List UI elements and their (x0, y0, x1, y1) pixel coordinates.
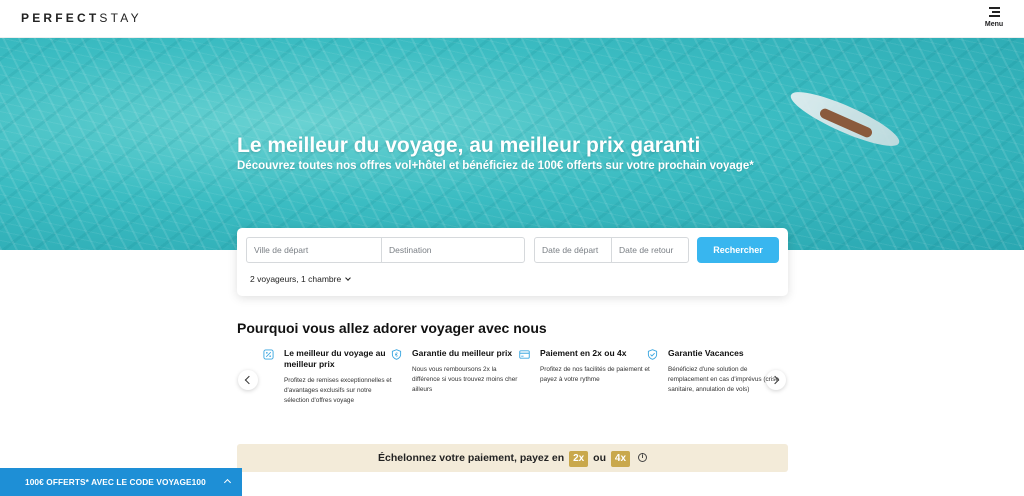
feature-card: Le meilleur du voyage au meilleur prix P… (263, 348, 396, 406)
promo-text: 100€ OFFERTS* AVEC LE CODE VOYAGE100 (25, 477, 206, 487)
chevron-down-icon (345, 275, 352, 281)
payment-option-4x-badge: 4x (610, 451, 631, 467)
destination-input[interactable]: Destination (381, 237, 525, 263)
euro-shield-icon: € (391, 349, 402, 360)
feature-card: Paiement en 2x ou 4x Profitez de nos fac… (519, 348, 652, 385)
hero-title: Le meilleur du voyage, au meilleur prix … (237, 134, 701, 157)
feature-description: Profitez de nos facilités de paiement et… (540, 366, 650, 383)
payment-connector: ou (593, 452, 606, 464)
why-section-title: Pourquoi vous allez adorer voyager avec … (237, 320, 547, 336)
info-icon[interactable]: i (637, 452, 647, 462)
feature-card: € Garantie du meilleur prix Nous vous re… (391, 348, 524, 395)
departure-city-input[interactable]: Ville de départ (246, 237, 382, 263)
installment-payment-banner: Échelonnez votre paiement, payez en 2x o… (237, 444, 788, 472)
travellers-label: 2 voyageurs, 1 chambre (250, 274, 342, 284)
chevron-up-icon[interactable] (223, 478, 232, 487)
feature-description: Bénéficiez d'une solution de remplacemen… (668, 366, 779, 393)
feature-title: Paiement en 2x ou 4x (540, 348, 627, 358)
discount-tag-icon (263, 349, 274, 360)
perfectstay-logo[interactable]: PERFECTSTAY (21, 11, 142, 25)
feature-description: Profitez de remises exceptionnelles et d… (284, 377, 392, 404)
return-date-input[interactable]: Date de retour (611, 237, 689, 263)
search-form: Ville de départ Destination Date de dépa… (237, 228, 788, 296)
credit-card-icon (519, 350, 530, 359)
logo-word-stay: STAY (99, 11, 142, 25)
menu-label: Menu (984, 21, 1004, 28)
payment-option-2x-badge: 2x (569, 451, 589, 467)
search-button[interactable]: Rechercher (697, 237, 779, 263)
feature-card: Garantie Vacances Bénéficiez d'une solut… (647, 348, 780, 395)
feature-title: Le meilleur du voyage au meilleur prix (284, 348, 386, 369)
travellers-selector[interactable]: 2 voyageurs, 1 chambre (250, 274, 352, 284)
logo-word-perfect: PERFECT (21, 11, 100, 25)
departure-date-input[interactable]: Date de départ (534, 237, 612, 263)
page: PERFECTSTAY Menu Le meilleur du voyage, … (0, 0, 1024, 496)
menu-button[interactable]: Menu (984, 7, 1004, 28)
top-header: PERFECTSTAY Menu (0, 0, 1024, 38)
hamburger-icon (988, 7, 1000, 17)
feature-title: Garantie du meilleur prix (412, 348, 513, 358)
hero-subtitle: Découvrez toutes nos offres vol+hôtel et… (237, 160, 754, 172)
holiday-shield-icon (647, 349, 658, 360)
carousel-prev-button[interactable] (238, 370, 258, 390)
feature-description: Nous vous remboursons 2x la différence s… (412, 366, 518, 393)
promo-code-bar[interactable]: 100€ OFFERTS* AVEC LE CODE VOYAGE100 (0, 468, 242, 496)
svg-text:€: € (395, 353, 398, 359)
payment-text: Échelonnez votre paiement, payez en (378, 452, 565, 464)
feature-title: Garantie Vacances (668, 348, 744, 358)
